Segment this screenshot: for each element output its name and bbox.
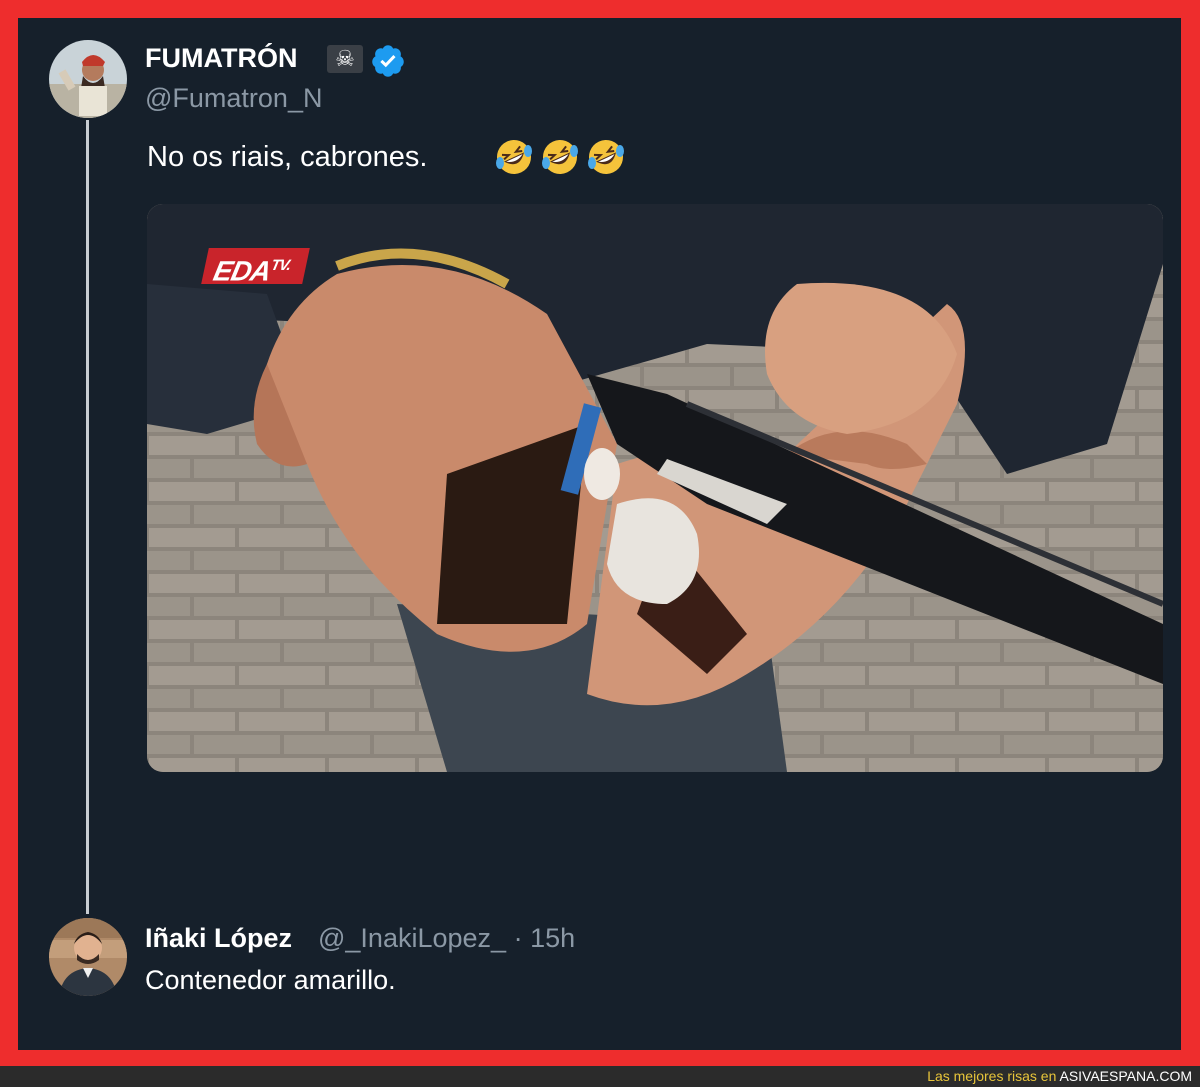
tweet-video-media[interactable]: EDATV. (147, 204, 1163, 772)
footer-prefix: Las mejores risas en (927, 1068, 1057, 1084)
video-frame-image (147, 204, 1163, 772)
emoji-row (494, 137, 626, 177)
author-handle[interactable]: @Fumatron_N (145, 82, 322, 114)
inaki-lopez-avatar[interactable] (49, 918, 127, 996)
avatar-image (49, 40, 127, 118)
reply-author-display-name[interactable]: Iñaki López (145, 922, 292, 954)
meta-separator: · (513, 923, 523, 953)
rolling-laughing-emoji-icon (540, 137, 580, 177)
logo-suffix-text: TV. (269, 257, 293, 274)
eda-tv-watermark-logo: EDATV. (201, 248, 310, 287)
rolling-laughing-emoji-icon (586, 137, 626, 177)
reply-author-handle[interactable]: @_InakiLopez_ (318, 923, 506, 953)
reply-text: Contenedor amarillo. (145, 965, 396, 995)
rolling-laughing-emoji-icon (494, 137, 534, 177)
thread-connector-line (86, 120, 89, 914)
avatar-image (49, 918, 127, 996)
tweet-text: No os riais, cabrones. (147, 141, 428, 173)
fumatron-avatar[interactable] (49, 40, 127, 118)
logo-main-text: EDA (210, 255, 274, 287)
footer-credit: Las mejores risas en ASIVAESPANA.COM (927, 1068, 1192, 1085)
skull-badge-icon: ☠ (327, 45, 363, 73)
verified-badge-icon (370, 43, 406, 79)
author-display-name[interactable]: FUMATRÓN (145, 42, 297, 74)
site-footer-bar: Las mejores risas en ASIVAESPANA.COM (0, 1066, 1200, 1087)
reply-timestamp[interactable]: 15h (530, 923, 575, 953)
footer-site-link[interactable]: ASIVAESPANA.COM (1059, 1068, 1192, 1084)
reply-meta: @_InakiLopez_ · 15h (318, 922, 575, 954)
